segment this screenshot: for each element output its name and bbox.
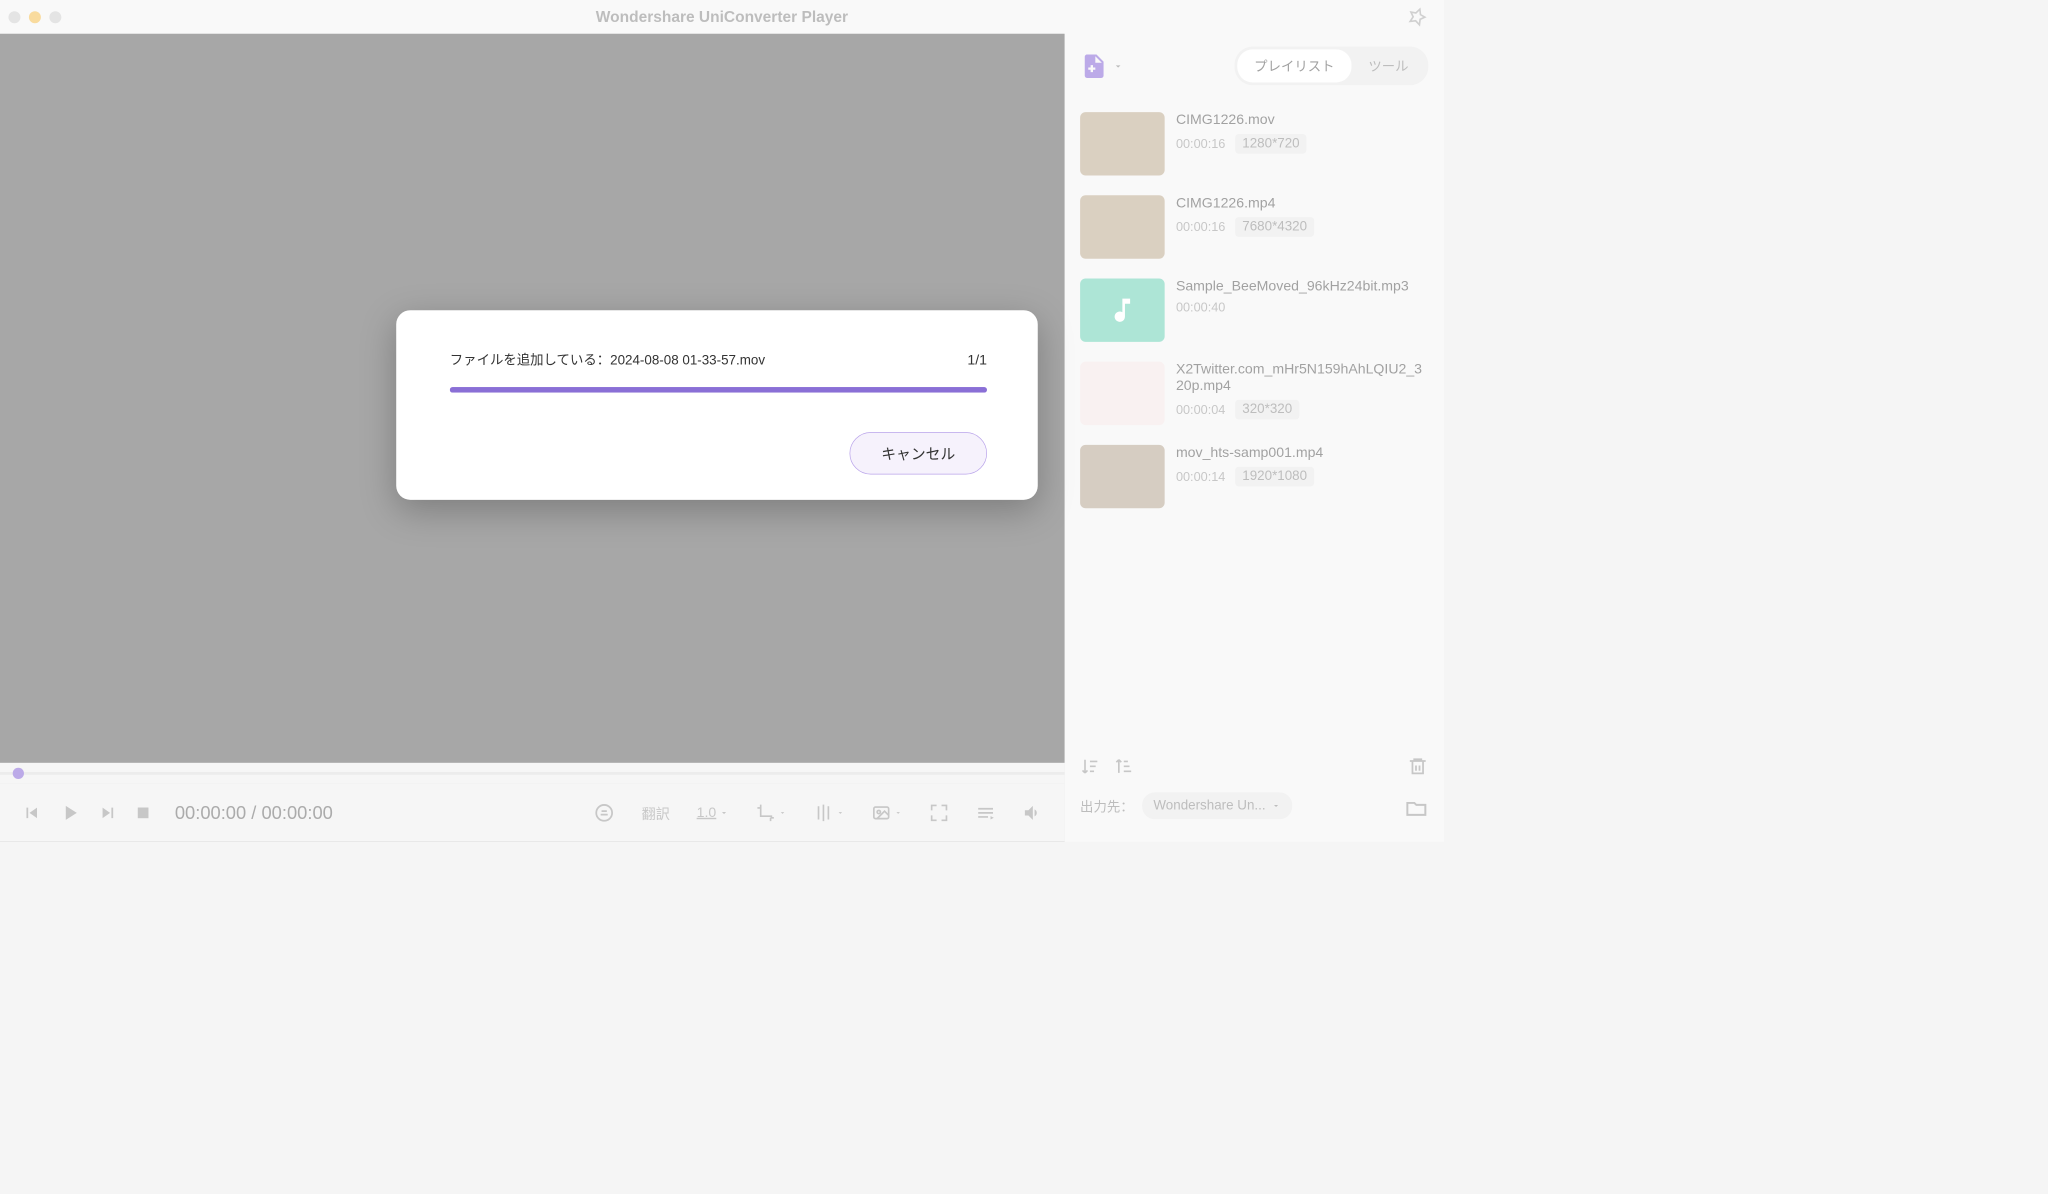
progress-filename: 2024-08-08 01-33-57.mov bbox=[610, 353, 765, 368]
cancel-button[interactable]: キャンセル bbox=[850, 432, 987, 474]
progress-bar bbox=[450, 387, 987, 393]
progress-count: 1/1 bbox=[967, 353, 987, 369]
progress-fill bbox=[450, 387, 987, 393]
progress-dialog: ファイルを追加している：2024-08-08 01-33-57.mov 1/1 … bbox=[396, 310, 1038, 500]
progress-label: ファイルを追加している：2024-08-08 01-33-57.mov bbox=[450, 350, 765, 369]
